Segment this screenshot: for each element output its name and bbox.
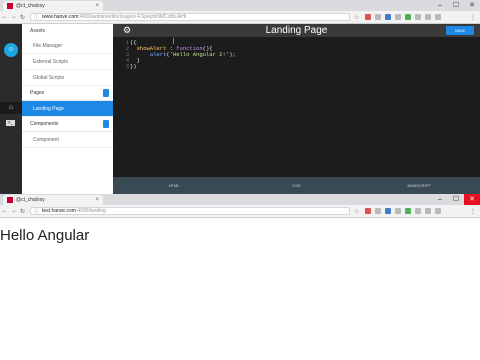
extension-icon[interactable] bbox=[375, 208, 382, 214]
maximize-button[interactable]: ☐ bbox=[448, 0, 464, 11]
reload-icon[interactable]: ↻ bbox=[18, 14, 27, 21]
tab-css[interactable]: CSS bbox=[235, 177, 357, 194]
editor-mode-tabs: HTML CSS JAVASCRIPT bbox=[113, 177, 480, 194]
close-window-button[interactable]: ✕ bbox=[464, 194, 480, 205]
extension-icon[interactable] bbox=[385, 14, 392, 20]
maximize-button[interactable]: ☐ bbox=[448, 194, 464, 205]
address-bar[interactable]: ⓘ test.hanve.com :4000/landing bbox=[30, 207, 350, 215]
browser-tab[interactable]: @ct_chalosy × bbox=[3, 1, 103, 11]
page-heading: Hello Angular bbox=[0, 227, 90, 244]
line-number: 5 bbox=[125, 64, 129, 70]
components-header-label: Components bbox=[30, 121, 59, 127]
browser-window-editor: @ct_chalosy × – ☐ ✕ ← → ↻ ⓘ www.hanve.co… bbox=[0, 0, 480, 194]
address-bar[interactable]: ⓘ www.hanve.com :4000/admin/editor/pages… bbox=[30, 13, 350, 21]
add-page-document-icon[interactable] bbox=[103, 89, 109, 97]
code-lines: ({ showAlert : function(){ alert('Hello … bbox=[130, 40, 236, 70]
line-number-gutter: 1 2 3 4 5 bbox=[113, 40, 129, 70]
pages-header: Pages bbox=[22, 86, 113, 101]
tab-title: @ct_chalosy bbox=[16, 197, 45, 203]
code-line-5: }) bbox=[130, 63, 137, 70]
extension-icon[interactable] bbox=[365, 208, 372, 214]
address-row: ← → ↻ ⓘ test.hanve.com :4000/landing ☆ ⋮ bbox=[0, 205, 480, 218]
title-bar: @ct_chalosy × – ☐ ✕ bbox=[0, 0, 480, 11]
reload-icon[interactable]: ↻ bbox=[18, 208, 27, 215]
extension-icon[interactable] bbox=[415, 14, 422, 20]
extension-icon[interactable] bbox=[375, 14, 382, 20]
sidebar: Assets File Manager External Scripts Glo… bbox=[22, 24, 114, 194]
extension-icon[interactable] bbox=[405, 14, 412, 20]
close-window-button[interactable]: ✕ bbox=[464, 0, 480, 11]
extension-icon[interactable] bbox=[425, 208, 432, 214]
extension-icon[interactable] bbox=[425, 14, 432, 20]
window-controls: – ☐ ✕ bbox=[432, 194, 480, 205]
sidebar-item-landing-page[interactable]: Landing Page bbox=[22, 101, 113, 117]
left-rail: ☺ ⌂ >_ bbox=[0, 24, 22, 194]
sidebar-item-global-scripts[interactable]: Global Scripts bbox=[22, 70, 113, 86]
avatar-icon[interactable]: ☺ bbox=[4, 43, 18, 57]
tab-close-icon[interactable]: × bbox=[95, 3, 99, 9]
cms-app: ☺ ⌂ >_ Assets File Manager External Scri… bbox=[0, 24, 480, 194]
sidebar-item-file-manager[interactable]: File Manager bbox=[22, 38, 113, 54]
browser-tab[interactable]: @ct_chalosy × bbox=[3, 195, 103, 205]
browser-window-preview: @ct_chalosy × – ☐ ✕ ← → ↻ ⓘ test.hanve.c… bbox=[0, 194, 480, 360]
url-host: www.hanve.com bbox=[42, 14, 79, 20]
preview-page: Hello Angular bbox=[0, 218, 480, 360]
back-arrow-icon[interactable]: ← bbox=[0, 208, 9, 214]
home-icon[interactable]: ⌂ bbox=[0, 102, 22, 114]
extension-icon[interactable] bbox=[365, 14, 372, 20]
address-row: ← → ↻ ⓘ www.hanve.com :4000/admin/editor… bbox=[0, 11, 480, 24]
star-icon[interactable]: ☆ bbox=[354, 14, 359, 21]
tab-javascript[interactable]: JAVASCRIPT bbox=[358, 177, 480, 194]
sidebar-item-component[interactable]: Component bbox=[22, 132, 113, 148]
extension-icon[interactable] bbox=[405, 208, 412, 214]
url-path: :4000/admin/editor/pages/-FSpejzbNMCxfbU… bbox=[78, 14, 187, 20]
sidebar-item-external-scripts[interactable]: External Scripts bbox=[22, 54, 113, 70]
extension-icons bbox=[365, 14, 445, 20]
angular-favicon-icon bbox=[7, 3, 13, 9]
menu-icon[interactable]: ⋮ bbox=[470, 14, 476, 21]
code-brace: } bbox=[136, 57, 140, 64]
window-controls: – ☐ ✕ bbox=[432, 0, 480, 11]
lock-icon: ⓘ bbox=[34, 14, 40, 21]
extension-icon[interactable] bbox=[435, 14, 442, 20]
assets-header: Assets bbox=[30, 28, 46, 34]
editor-toolbar: ⚙ Landing Page SAVE bbox=[113, 24, 480, 37]
forward-arrow-icon[interactable]: → bbox=[9, 208, 18, 214]
terminal-icon[interactable]: >_ bbox=[6, 120, 15, 126]
code-string: 'Hello Angular 2!' bbox=[169, 51, 230, 58]
components-header: Components bbox=[22, 117, 113, 132]
extension-icon[interactable] bbox=[385, 208, 392, 214]
extension-icon[interactable] bbox=[415, 208, 422, 214]
angular-favicon-icon bbox=[7, 197, 13, 203]
star-icon[interactable]: ☆ bbox=[354, 208, 359, 215]
tab-title: @ct_chalosy bbox=[16, 3, 45, 9]
extension-icon[interactable] bbox=[395, 14, 402, 20]
extension-icon[interactable] bbox=[395, 208, 402, 214]
pages-header-label: Pages bbox=[30, 90, 45, 96]
editor-panel: ⚙ Landing Page SAVE 1 2 3 4 5 ({ showAle… bbox=[113, 24, 480, 194]
save-button[interactable]: SAVE bbox=[446, 26, 474, 35]
back-arrow-icon[interactable]: ← bbox=[0, 14, 9, 20]
menu-icon[interactable]: ⋮ bbox=[470, 208, 476, 215]
minimize-button[interactable]: – bbox=[432, 194, 448, 205]
extension-icons bbox=[365, 208, 445, 214]
code-editor[interactable]: 1 2 3 4 5 ({ showAlert : function(){ ale… bbox=[113, 37, 480, 177]
minimize-button[interactable]: – bbox=[432, 0, 448, 11]
url-host: test.hanve.com bbox=[42, 208, 76, 214]
page-title: Landing Page bbox=[265, 25, 328, 36]
title-bar: @ct_chalosy × – ☐ ✕ bbox=[0, 194, 480, 205]
tab-html[interactable]: HTML bbox=[113, 177, 235, 194]
add-component-document-icon[interactable] bbox=[103, 120, 109, 128]
url-path: :4000/landing bbox=[75, 208, 106, 214]
extension-icon[interactable] bbox=[435, 208, 442, 214]
code-line-3: alert('Hello Angular 2!'); bbox=[149, 51, 236, 58]
tab-close-icon[interactable]: × bbox=[95, 197, 99, 203]
lock-icon: ⓘ bbox=[34, 208, 40, 215]
code-function: alert bbox=[149, 51, 167, 58]
forward-arrow-icon[interactable]: → bbox=[9, 14, 18, 20]
